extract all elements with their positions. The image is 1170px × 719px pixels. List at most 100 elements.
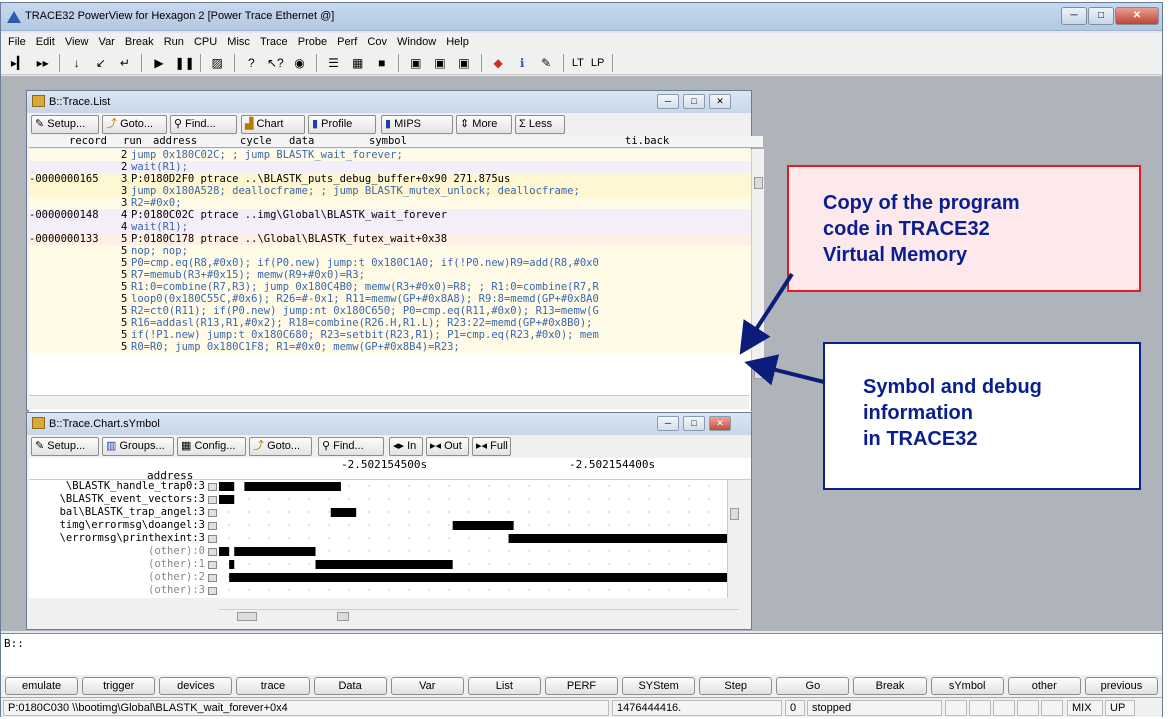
softkey-perf[interactable]: PERF [544,677,619,695]
trace-chart-hscroll-thumb[interactable] [237,612,257,621]
chart-bar[interactable] [229,560,235,569]
zoom-full-button[interactable]: ▸◂ Full [472,437,511,456]
step-into-icon[interactable]: ↓ [68,54,85,72]
menu-cpu[interactable]: CPU [194,36,217,48]
col-data[interactable]: data [289,136,314,147]
trace-list-minimize[interactable]: ─ [657,94,679,109]
softkey-symbol[interactable]: sYmbol [930,677,1004,695]
trace-list-row[interactable]: 5 R2=ct0(R11); if(P0.new) jump:nt 0x180C6… [29,305,751,317]
trace-list-row[interactable]: 5 R0=R0; jump 0x180C1F8; R1=#0x0; memw(GP… [29,341,751,353]
chart-bar[interactable] [244,482,341,491]
chart-row-label[interactable]: \BLASTK_event_vectors:3 [60,493,205,506]
close-button[interactable]: ✕ [1115,7,1159,25]
memory-dump-icon[interactable]: ▦ [349,54,366,72]
chart-icon[interactable]: ▨ [209,54,226,72]
chart-row-label[interactable]: bal\BLASTK_trap_angel:3 [60,506,205,519]
menu-trace[interactable]: Trace [260,36,288,48]
chart-bar[interactable] [219,482,235,491]
softkey-system[interactable]: SYStem [622,677,696,695]
col-ti-back[interactable]: ti.back [625,136,669,147]
less-button[interactable]: Σ Less [515,115,565,134]
config-button[interactable]: ▦ Config... [177,437,246,456]
softkey-devices[interactable]: devices [159,677,233,695]
command-prompt[interactable]: B:: [4,637,24,650]
lt-button[interactable]: LT [572,54,584,72]
trace-list-row[interactable]: 3 jump 0x180A528; deallocframe; ; jump BL… [29,185,751,197]
chart-bar[interactable] [452,521,514,530]
menu-help[interactable]: Help [446,36,469,48]
trace-list-row[interactable]: 5 if(!P1.new) jump:t 0x180C680; R23=setbi… [29,329,751,341]
context-help-icon[interactable]: ↖? [267,54,284,72]
menu-break[interactable]: Break [125,36,154,48]
profile-button[interactable]: ▮ Profile [308,115,376,134]
chart-row-label[interactable]: (other):1 [148,558,205,571]
register-icon[interactable]: ■ [373,54,390,72]
chart-row-label[interactable]: \BLASTK_handle_trap0:3 [66,480,205,493]
trace-list-row[interactable]: -0000000148 4 P:0180C02C ptrace ..img\Glo… [29,209,751,221]
trace-list-row[interactable]: -0000000165 3 P:0180D2F0 ptrace ..\BLASTK… [29,173,751,185]
chart-bar[interactable] [229,573,727,582]
softkey-emulate[interactable]: emulate [5,677,79,695]
expand-icon[interactable] [208,574,217,582]
trace-list-row[interactable]: 2 jump 0x180C02C; ; jump BLASTK_wait_fore… [29,149,751,161]
menu-run[interactable]: Run [164,36,184,48]
menu-probe[interactable]: Probe [298,36,327,48]
chart-row-label[interactable]: (other):3 [148,584,205,597]
chart-find-button[interactable]: ⚲ Find... [318,437,384,456]
chart-bar[interactable] [330,508,357,517]
trace-list-row[interactable]: 5 P0=cmp.eq(R8,#0x0); if(P0.new) jump:t 0… [29,257,751,269]
record-icon[interactable]: ◉ [291,54,308,72]
softkey-list[interactable]: List [467,677,541,695]
trace-list-row[interactable]: 5 R7=memub(R3+#0x15); memw(R9+#0x0)=R3; [29,269,751,281]
col-address[interactable]: address [153,136,197,147]
step-icon[interactable]: ▸▎ [10,54,27,72]
chart-bar[interactable] [219,495,235,504]
chart-bar[interactable] [508,534,727,543]
lp-button[interactable]: LP [591,54,604,72]
expand-icon[interactable] [208,535,217,543]
break-icon[interactable]: ❚❚ [175,54,195,72]
command-line-area[interactable]: B:: [1,633,1162,675]
menu-view[interactable]: View [65,36,89,48]
trace-chart-hscrollbar[interactable] [219,609,739,623]
col-cycle[interactable]: cycle [240,136,272,147]
chart-bar[interactable] [315,560,453,569]
col-symbol[interactable]: symbol [369,136,407,147]
trace-list-close[interactable]: ✕ [709,94,731,109]
trace-list-row[interactable]: 4 wait(R1); [29,221,751,233]
chart-bar[interactable] [219,547,230,556]
chart-plot[interactable] [219,480,727,598]
menu-cov[interactable]: Cov [367,36,387,48]
groups-button[interactable]: ▥ Groups... [102,437,174,456]
trace-chart-hscroll-thumb-2[interactable] [337,612,349,621]
softkey-go[interactable]: Go [776,677,850,695]
help-icon[interactable]: ? [243,54,260,72]
softkey-previous[interactable]: previous [1084,677,1158,695]
goto-button[interactable]: ⤴ Goto... [102,115,167,134]
chart-setup-button[interactable]: ✎ Setup... [31,437,99,456]
chart-goto-button[interactable]: ⤴ Goto... [249,437,312,456]
expand-icon[interactable] [208,496,217,504]
softkey-other[interactable]: other [1007,677,1081,695]
col-run[interactable]: run [123,136,142,147]
softkey-var[interactable]: Var [390,677,464,695]
wrench-icon[interactable]: ✎ [538,54,555,72]
var-watch-icon[interactable]: ▣ [407,54,424,72]
trace-list-row[interactable]: 2 wait(R1); [29,161,751,173]
return-icon[interactable]: ↵ [116,54,133,72]
trace-list-hscrollbar[interactable] [29,395,749,409]
list-icon[interactable]: ☰ [325,54,342,72]
chart-row-label[interactable]: timg\errormsg\doangel:3 [60,519,205,532]
cube-icon[interactable]: ◆ [490,54,507,72]
more-button[interactable]: ⇕ More [456,115,512,134]
menu-window[interactable]: Window [397,36,436,48]
trace-chart-minimize[interactable]: ─ [657,416,679,431]
softkey-trace[interactable]: trace [236,677,310,695]
go-icon[interactable]: ▶ [151,54,168,72]
col-record[interactable]: record [69,136,107,147]
trace-list-maximize[interactable]: □ [683,94,705,109]
menu-perf[interactable]: Perf [337,36,357,48]
trace-list-row[interactable]: 5 nop; nop; [29,245,751,257]
trace-chart-close[interactable]: ✕ [709,416,731,431]
trace-chart-vscrollbar[interactable] [727,480,740,598]
